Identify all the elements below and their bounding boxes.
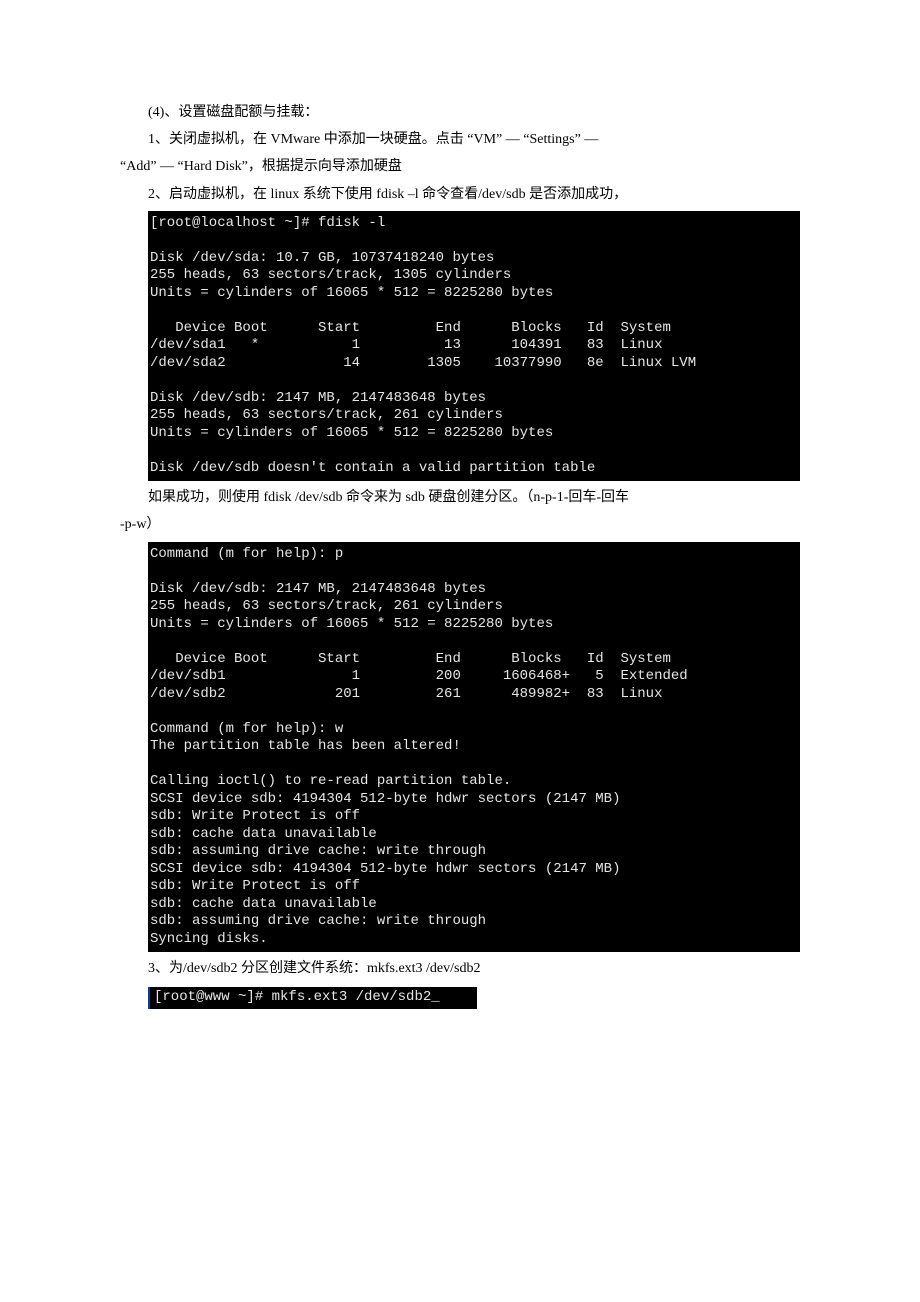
paragraph-step2: 2、启动虚拟机，在 linux 系统下使用 fdisk –l 命令查看/dev/… <box>120 182 800 207</box>
paragraph-intro: (4)、设置磁盘配额与挂载： <box>120 100 800 125</box>
terminal-output-fdisk-p-w: Command (m for help): p Disk /dev/sdb: 2… <box>148 542 800 953</box>
paragraph-step1-line1: 1、关闭虚拟机，在 VMware 中添加一块硬盘。点击 “VM” — “Sett… <box>120 127 800 152</box>
terminal-output-mkfs: [root@www ~]# mkfs.ext3 /dev/sdb2_ <box>148 987 477 1009</box>
paragraph-success-line1: 如果成功，则使用 fdisk /dev/sdb 命令来为 sdb 硬盘创建分区。… <box>120 485 800 510</box>
paragraph-step3: 3、为/dev/sdb2 分区创建文件系统：mkfs.ext3 /dev/sdb… <box>120 956 800 981</box>
terminal-output-fdisk-l: [root@localhost ~]# fdisk -l Disk /dev/s… <box>148 211 800 482</box>
paragraph-success-line2: -p-w） <box>120 512 800 537</box>
paragraph-step1-line2: “Add” — “Hard Disk”，根据提示向导添加硬盘 <box>120 154 800 179</box>
